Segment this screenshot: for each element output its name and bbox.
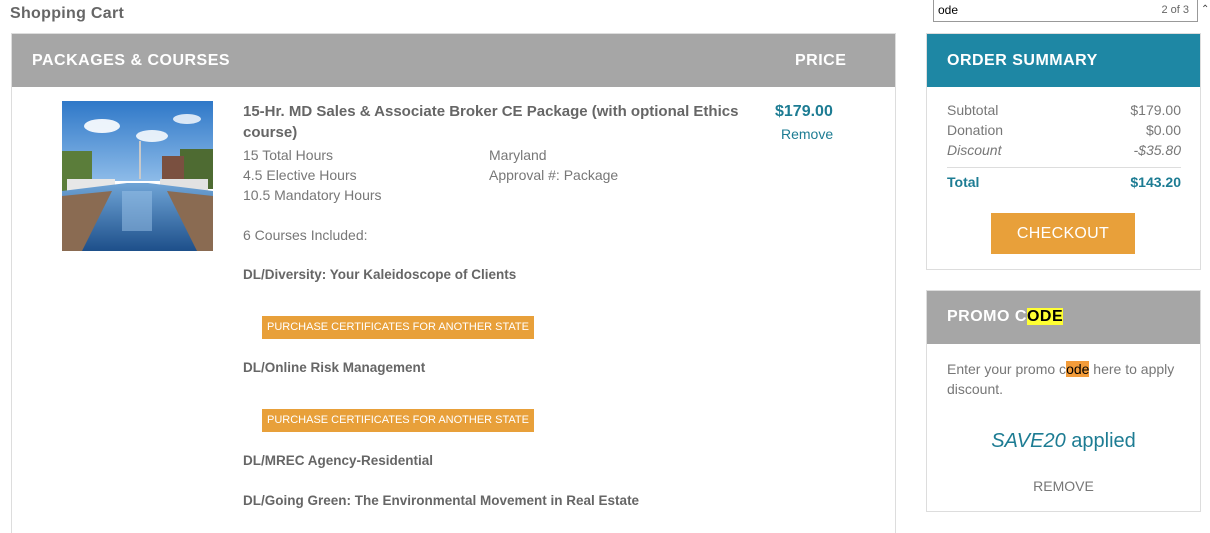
courses-included-label: 6 Courses Included:: [243, 227, 368, 243]
elective-hours: 4.5 Elective Hours: [243, 167, 357, 183]
product-title[interactable]: 15-Hr. MD Sales & Associate Broker CE Pa…: [243, 101, 743, 143]
checkout-button[interactable]: CHECKOUT: [991, 213, 1135, 254]
purchase-certificates-button[interactable]: PURCHASE CERTIFICATES FOR ANOTHER STATE: [262, 316, 534, 339]
total-row: Total $143.20: [947, 174, 1181, 190]
subtotal-row: Subtotal $179.00: [947, 102, 1181, 118]
promo-code-title: PROMO CODE: [927, 291, 1200, 344]
state-label: Maryland: [489, 147, 547, 163]
order-summary-panel: ORDER SUMMARY Subtotal $179.00 Donation …: [926, 33, 1201, 270]
promo-applied-status: SAVE20 applied: [927, 430, 1200, 453]
cart-header: PACKAGES & COURSES PRICE: [12, 34, 895, 87]
course-name: DL/MREC Agency-Residential: [243, 453, 434, 468]
packages-column-header: PACKAGES & COURSES: [32, 52, 231, 69]
course-name: DL/Going Green: The Environmental Moveme…: [243, 493, 640, 508]
order-summary-title: ORDER SUMMARY: [927, 34, 1200, 87]
discount-label: Discount: [947, 142, 1002, 158]
promo-applied-code: SAVE20: [991, 430, 1066, 452]
course-name: DL/Online Risk Management: [243, 360, 426, 375]
page-title: Shopping Cart: [10, 5, 125, 22]
find-current-highlight: ode: [1066, 361, 1090, 377]
donation-label: Donation: [947, 122, 1004, 138]
find-next-arrow-icon[interactable]: ⌃: [1201, 4, 1209, 15]
summary-divider: [947, 167, 1181, 168]
find-highlight: ODE: [1026, 308, 1064, 325]
discount-value: -$35.80: [1133, 142, 1181, 158]
promo-code-panel: PROMO CODE Enter your promo code here to…: [926, 290, 1201, 512]
product-image: [62, 101, 213, 251]
remove-item-link[interactable]: Remove: [781, 126, 833, 142]
total-hours: 15 Total Hours: [243, 147, 334, 163]
purchase-certificates-button[interactable]: PURCHASE CERTIFICATES FOR ANOTHER STATE: [262, 409, 534, 432]
approval-number: Approval #: Package: [489, 167, 619, 183]
discount-row: Discount -$35.80: [947, 142, 1181, 158]
promo-applied-suffix: applied: [1065, 430, 1136, 452]
price-column-header: PRICE: [795, 52, 847, 69]
donation-row: Donation $0.00: [947, 122, 1181, 138]
promo-description: Enter your promo code here to apply disc…: [947, 359, 1187, 399]
mandatory-hours: 10.5 Mandatory Hours: [243, 187, 382, 203]
find-input[interactable]: ode: [938, 3, 958, 17]
promo-remove-link[interactable]: REMOVE: [927, 478, 1200, 494]
promo-title-text: PROMO C: [947, 308, 1027, 325]
find-bar[interactable]: ode 2 of 3: [933, 0, 1198, 22]
total-label: Total: [947, 174, 980, 190]
course-name: DL/Diversity: Your Kaleidoscope of Clien…: [243, 267, 517, 282]
promo-desc-text: Enter your promo c: [947, 361, 1067, 377]
total-value: $143.20: [1130, 174, 1181, 190]
cart-panel: PACKAGES & COURSES PRICE 15-Hr. MD Sales…: [11, 33, 896, 533]
subtotal-value: $179.00: [1130, 102, 1181, 118]
find-match-count: 2 of 3: [1161, 4, 1189, 16]
donation-value: $0.00: [1145, 122, 1181, 138]
subtotal-label: Subtotal: [947, 102, 999, 118]
item-price: $179.00: [775, 103, 833, 120]
